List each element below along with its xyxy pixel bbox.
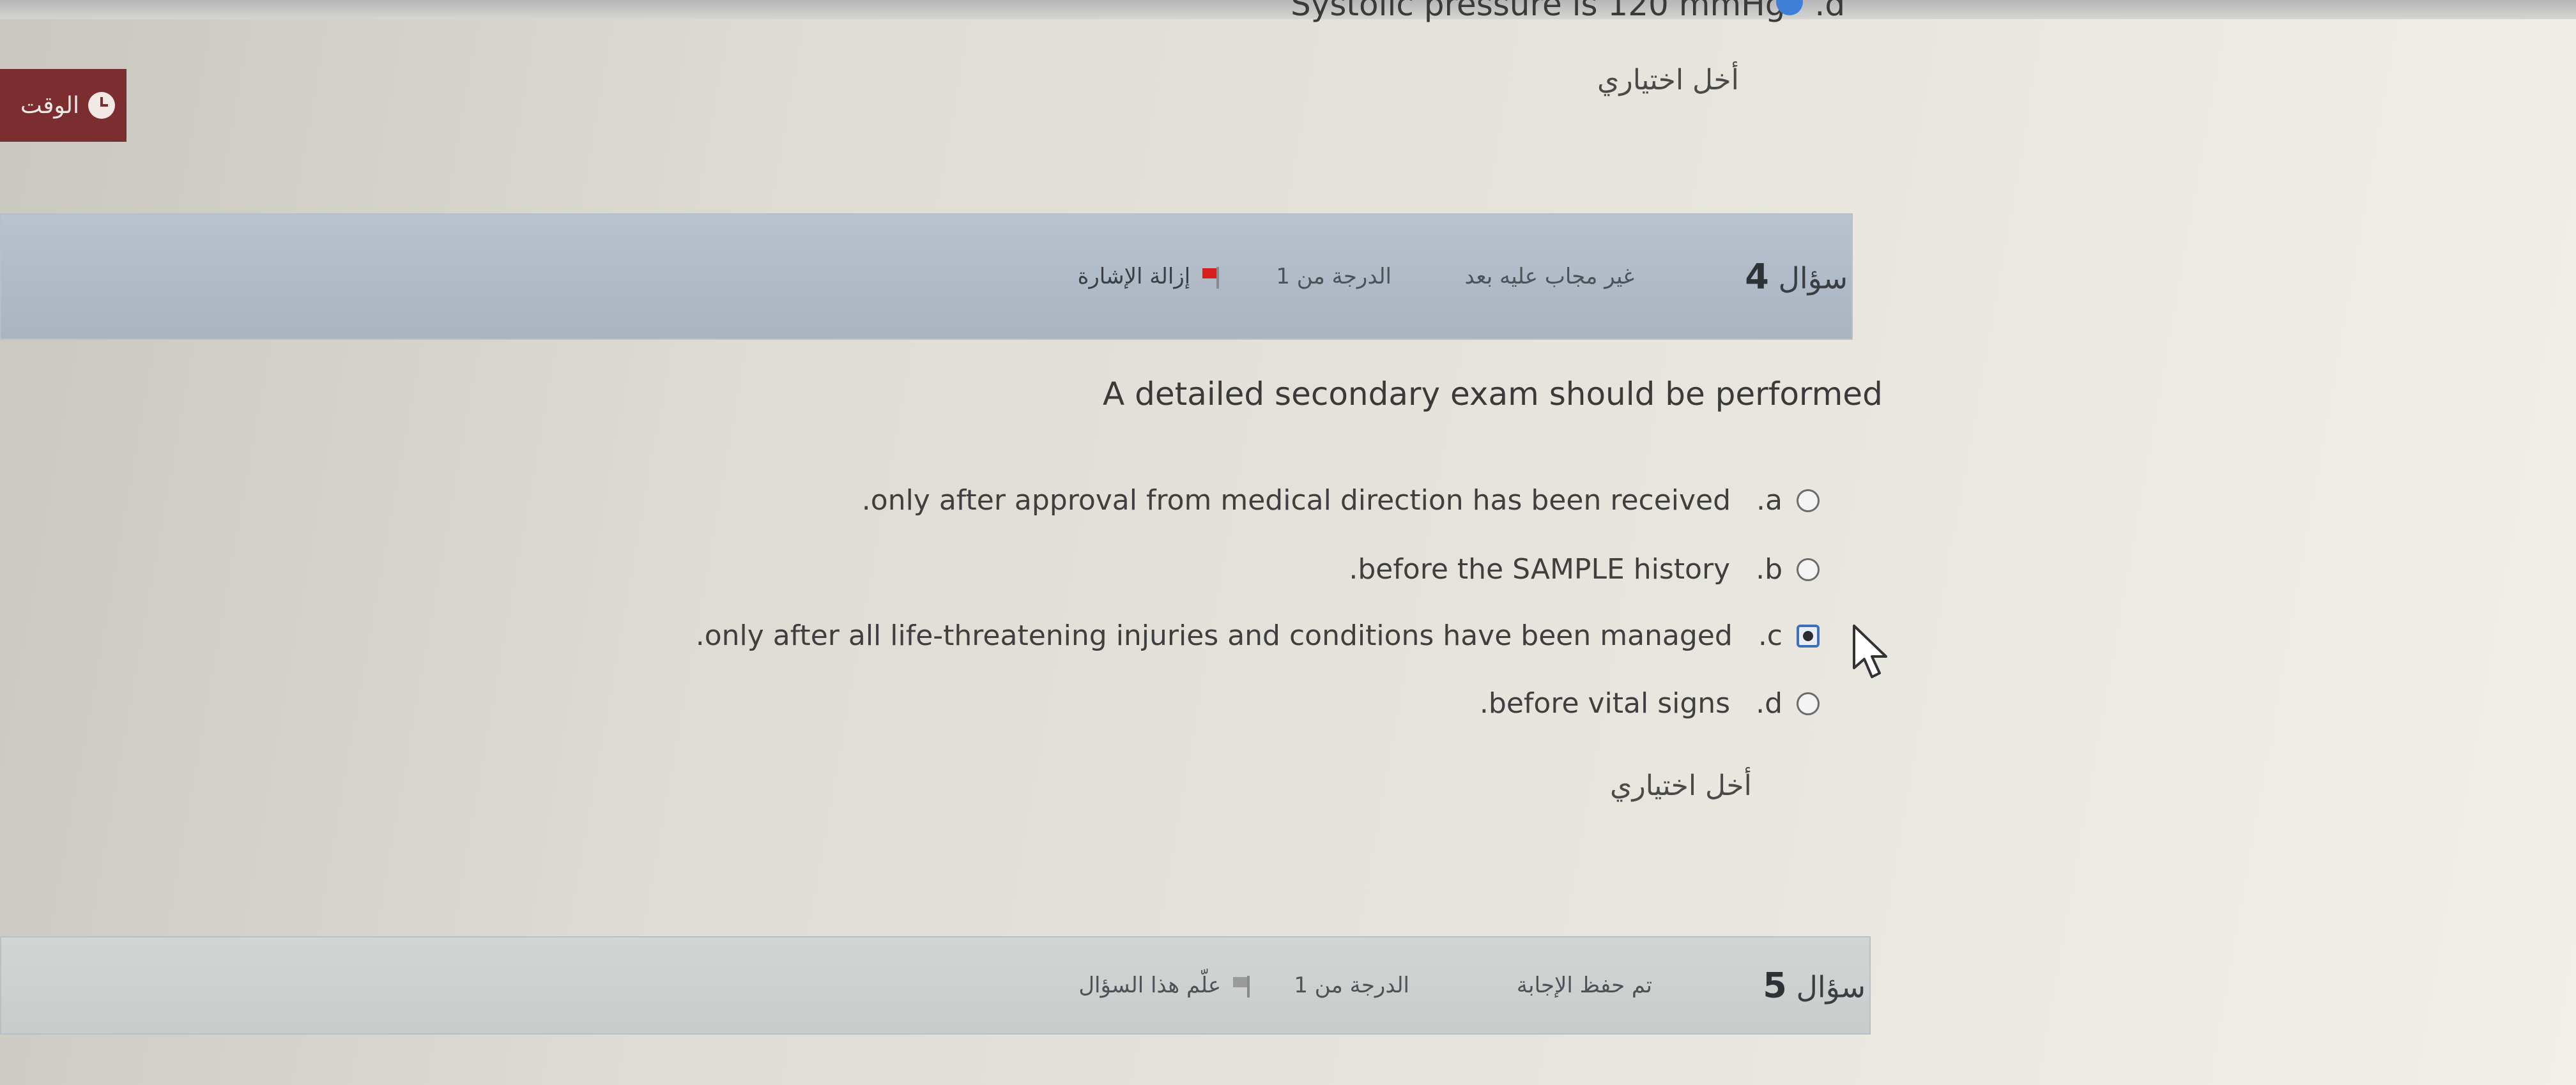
question-4-header: سؤال 4 غير مجاب عليه بعد الدرجة من 1 إزا…: [0, 213, 1853, 340]
question-5-header: سؤال 5 تم حفظ الإجابة الدرجة من 1 علّم ه…: [0, 936, 1871, 1035]
radio-icon-selected[interactable]: [1797, 624, 1820, 648]
clear-choice-link-previous[interactable]: أخل اختياري: [1597, 64, 1739, 96]
clear-choice-link[interactable]: أخل اختياري: [1610, 770, 1752, 802]
answer-option-d[interactable]: .before vital signs .d: [1480, 687, 1820, 720]
question-status: تم حفظ الإجابة: [1516, 973, 1652, 998]
question-number: 5: [1763, 965, 1787, 1006]
clock-icon: [88, 92, 115, 119]
quiz-page: Systolic pressure is 120 mmHg .d الوقت أ…: [0, 0, 2576, 1085]
remove-flag-label: إزالة الإشارة: [1077, 264, 1191, 289]
flag-question-label: علّم هذا السؤال: [1078, 973, 1222, 998]
radio-icon[interactable]: [1797, 692, 1820, 715]
question-number: 4: [1745, 256, 1769, 297]
flag-icon: [1233, 975, 1250, 998]
answer-option-c[interactable]: .only after all life-threatening injurie…: [696, 619, 1820, 652]
question-5-title: سؤال 5: [1763, 965, 1866, 1006]
question-grade: الدرجة من 1: [1294, 973, 1409, 998]
option-letter: .c: [1758, 619, 1782, 652]
option-text: .only after approval from medical direct…: [861, 484, 1731, 517]
question-status: غير مجاب عليه بعد: [1464, 264, 1635, 289]
question-grade: الدرجة من 1: [1276, 264, 1392, 289]
previous-option-text: Systolic pressure is 120 mmHg .d: [1291, 0, 1846, 23]
answer-option-b[interactable]: .before the SAMPLE history .b: [1349, 553, 1820, 586]
option-text: .before vital signs: [1479, 687, 1731, 720]
radio-icon[interactable]: [1797, 489, 1820, 512]
option-letter: .b: [1756, 553, 1782, 586]
option-letter: .d: [1756, 687, 1782, 720]
flag-icon: [1202, 266, 1219, 289]
timer-badge: الوقت: [0, 69, 126, 142]
mouse-cursor-icon: [1853, 625, 1887, 678]
timer-label: الوقت: [20, 92, 79, 119]
option-letter: .a: [1756, 484, 1782, 517]
top-edge: [0, 0, 2576, 19]
flag-question-link[interactable]: علّم هذا السؤال: [1078, 973, 1250, 998]
option-text: .only after all life-threatening injurie…: [695, 619, 1733, 652]
question-text: A detailed secondary exam should be perf…: [1103, 376, 1883, 413]
answer-option-a[interactable]: .only after approval from medical direct…: [862, 484, 1820, 517]
option-text: .before the SAMPLE history: [1349, 553, 1731, 586]
radio-icon[interactable]: [1797, 558, 1820, 581]
question-4-title: سؤال 4: [1745, 256, 1848, 297]
remove-flag-link[interactable]: إزالة الإشارة: [1078, 264, 1219, 289]
